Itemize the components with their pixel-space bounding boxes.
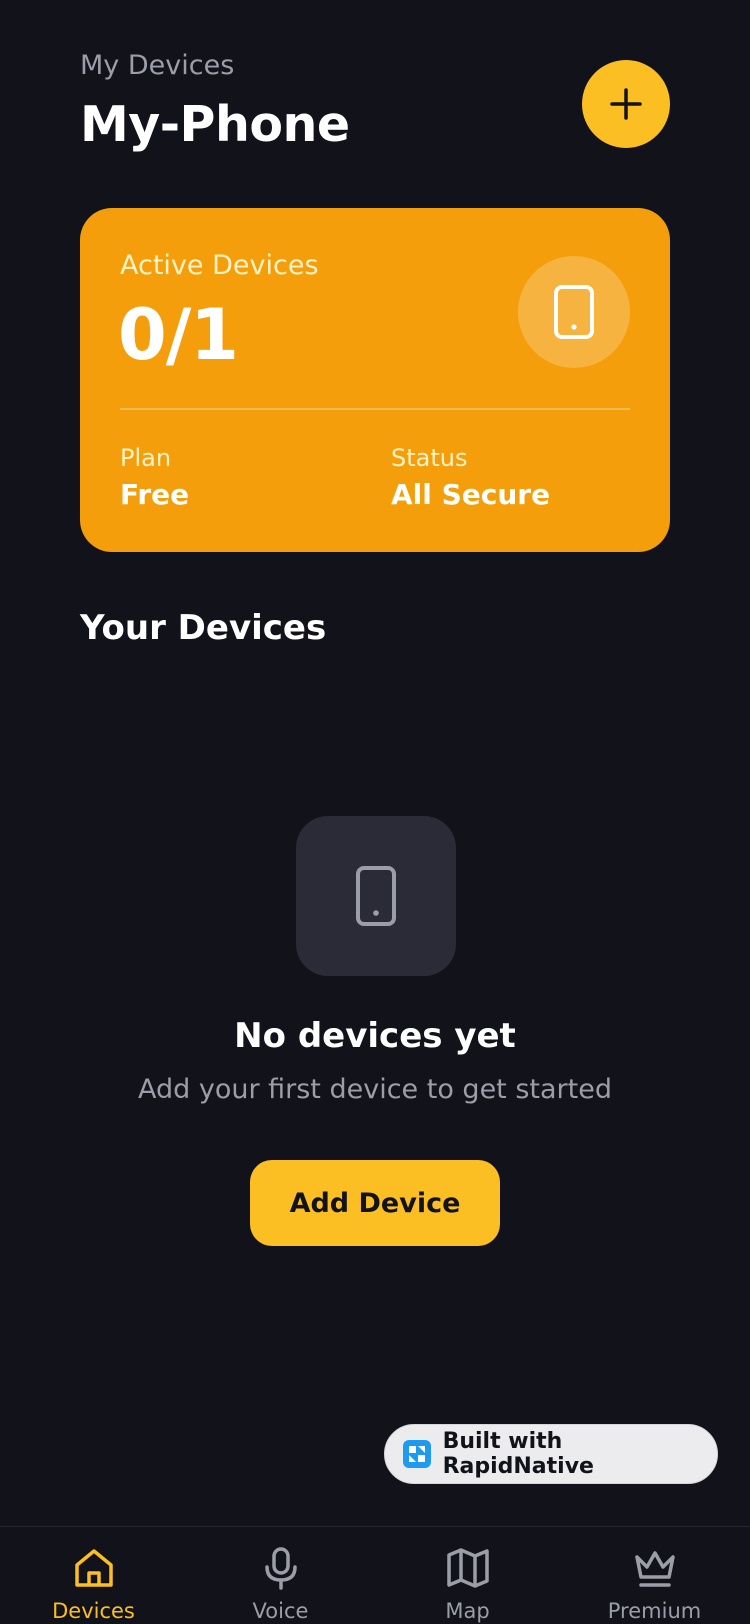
plan-label: Plan bbox=[120, 444, 172, 472]
rapidnative-logo-icon bbox=[403, 1440, 431, 1468]
devices-screen: My Devices My-Phone Active Devices 0/1 P… bbox=[0, 0, 750, 1624]
nav-label-voice: Voice bbox=[252, 1599, 309, 1623]
map-icon bbox=[446, 1548, 489, 1588]
add-device-button[interactable]: Add Device bbox=[250, 1160, 500, 1246]
active-devices-label: Active Devices bbox=[120, 250, 319, 281]
status-value: All Secure bbox=[391, 478, 551, 511]
nav-item-premium[interactable]: Premium bbox=[561, 1527, 748, 1624]
section-title-your-devices: Your Devices bbox=[80, 608, 327, 648]
built-with-label: Built with RapidNative bbox=[442, 1429, 594, 1479]
empty-state-subtitle: Add your first device to get started bbox=[137, 1074, 612, 1105]
bottom-nav: Devices Voice Map Premium bbox=[0, 1526, 750, 1624]
status-label: Status bbox=[391, 444, 468, 472]
add-device-fab[interactable] bbox=[582, 60, 670, 148]
active-devices-count: 0/1 bbox=[118, 294, 239, 376]
nav-label-premium: Premium bbox=[607, 1599, 702, 1623]
nav-item-voice[interactable]: Voice bbox=[187, 1527, 374, 1624]
phone-icon bbox=[356, 866, 396, 926]
nav-item-map[interactable]: Map bbox=[374, 1527, 561, 1624]
card-divider bbox=[120, 408, 630, 410]
nav-item-devices[interactable]: Devices bbox=[0, 1527, 187, 1624]
nav-label-map: Map bbox=[445, 1599, 490, 1623]
home-icon bbox=[74, 1549, 113, 1587]
phone-icon bbox=[554, 285, 594, 339]
empty-state-icon-box bbox=[296, 816, 456, 976]
active-devices-card: Active Devices 0/1 Plan Free Status All … bbox=[80, 208, 670, 552]
built-with-badge[interactable]: Built with RapidNative bbox=[384, 1424, 718, 1484]
plan-value: Free bbox=[120, 478, 190, 511]
nav-label-devices: Devices bbox=[52, 1599, 135, 1623]
microphone-icon bbox=[264, 1547, 297, 1590]
header-eyebrow: My Devices bbox=[80, 50, 235, 81]
plus-icon bbox=[610, 88, 642, 120]
empty-state-title: No devices yet bbox=[234, 1016, 516, 1056]
crown-icon bbox=[634, 1551, 675, 1587]
card-device-icon-wrap bbox=[518, 256, 630, 368]
page-title: My-Phone bbox=[80, 96, 350, 153]
